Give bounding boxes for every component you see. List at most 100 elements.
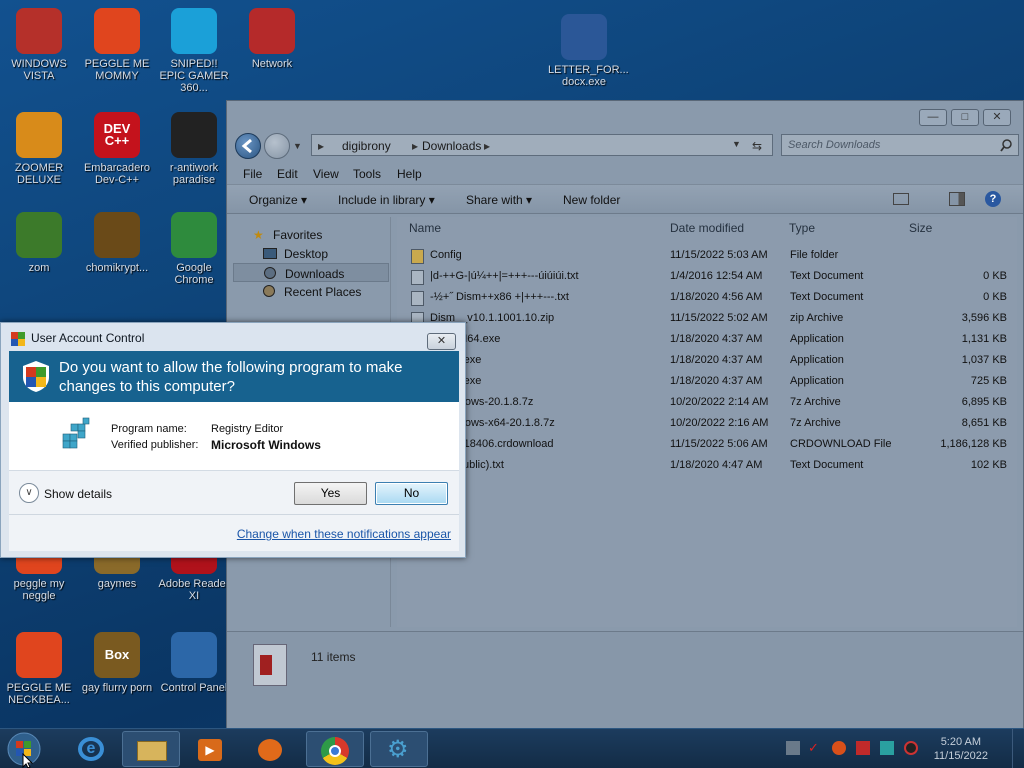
- nav-favorites[interactable]: ★ Favorites: [233, 225, 389, 244]
- tray-volume-icon[interactable]: [904, 741, 918, 755]
- tray-network-icon[interactable]: [880, 741, 894, 755]
- column-header-size[interactable]: Size: [909, 221, 932, 235]
- menu-view[interactable]: View: [313, 167, 339, 181]
- zombie-icon: [16, 212, 62, 258]
- tray-red-icon[interactable]: [856, 741, 870, 755]
- desktop-icon-item[interactable]: zom: [3, 212, 75, 274]
- refresh-icon[interactable]: ⇆: [752, 139, 762, 153]
- nav-desktop[interactable]: Desktop: [233, 244, 389, 263]
- desktop-icon-item[interactable]: chomikrypt...: [81, 212, 153, 274]
- chrome-icon: [171, 212, 217, 258]
- desktop-icon-item[interactable]: WINDOWS VISTA: [3, 8, 75, 82]
- tray-app-icon[interactable]: [786, 741, 800, 755]
- desktop-icon-item[interactable]: SNIPED!! EPIC GAMER 360...: [158, 8, 230, 94]
- registry-editor-taskbar-button[interactable]: ⚙: [370, 731, 428, 767]
- organize-button[interactable]: Organize ▾: [249, 193, 307, 207]
- sonic-icon: [16, 8, 62, 54]
- help-icon[interactable]: ?: [985, 191, 1001, 207]
- menu-file[interactable]: File: [243, 167, 262, 181]
- desktop-icon-label: Embarcadero Dev-C++: [83, 162, 151, 186]
- no-button[interactable]: No: [375, 482, 448, 505]
- view-options-icon[interactable]: [893, 193, 909, 205]
- nav-recent-places[interactable]: Recent Places: [233, 282, 389, 301]
- desktop-icon-item[interactable]: Box gay flurry porn: [81, 632, 153, 694]
- desktop-icon-item[interactable]: Google Chrome: [158, 212, 230, 286]
- file-row[interactable]: -½+˝ Dism++x86 +|+++---.txt 1/18/2020 4:5…: [397, 287, 1017, 308]
- file-row[interactable]: ++ARM64.exe1/18/2020 4:37 AMApplication1…: [397, 329, 1017, 350]
- preview-pane-icon[interactable]: [949, 192, 965, 206]
- desktop-icon-label: WINDOWS VISTA: [11, 58, 67, 82]
- chrome-taskbar-button[interactable]: [306, 731, 364, 767]
- taskbar: e ▶ ⚙ ✓ 5:20 AM 11/15/2022: [0, 728, 1024, 768]
- file-type: Application: [790, 333, 844, 345]
- file-type: zip Archive: [790, 312, 844, 324]
- back-button[interactable]: [235, 133, 261, 159]
- yes-button[interactable]: Yes: [294, 482, 367, 505]
- reddit-icon: [171, 112, 217, 158]
- nav-desktop-label: Desktop: [284, 247, 329, 261]
- address-dropdown-icon[interactable]: ▼: [732, 139, 741, 149]
- media-player-taskbar-button[interactable]: ▶: [182, 731, 240, 767]
- share-with-button[interactable]: Share with ▾: [466, 193, 532, 207]
- downloads-icon: [264, 267, 276, 279]
- include-in-library-button[interactable]: Include in library ▾: [338, 193, 435, 207]
- file-row[interactable]: ++x86.exe1/18/2020 4:37 AMApplication725…: [397, 371, 1017, 392]
- desktop-icon-item[interactable]: Control Panel: [158, 632, 230, 694]
- column-header-type[interactable]: Type: [789, 221, 815, 235]
- file-row[interactable]: orWindows-20.1.8.7z 10/20/2022 2:14 AM 7z …: [397, 392, 1017, 413]
- internet-explorer-taskbar-button[interactable]: e: [62, 731, 120, 767]
- desktop-icon-item[interactable]: PEGGLE ME NECKBEA...: [3, 632, 75, 706]
- desktop-icon-item[interactable]: DEV C++ Embarcadero Dev-C++: [81, 112, 153, 186]
- file-row[interactable]: firmed 18406.crdownload 11/15/2022 5:06 A…: [397, 434, 1017, 455]
- file-row[interactable]: |d-++G-|ú¼++|=+++---úiúiúi.txt 1/4/2016 1…: [397, 266, 1017, 287]
- navigation-bar: ▼ ▸ digibrony ▸ Downloads ▸ ▼ ⇆ Search D…: [235, 131, 1019, 159]
- control-panel-icon: [171, 632, 217, 678]
- desktop-icon-item[interactable]: ZOOMER DELUXE: [3, 112, 75, 186]
- file-row[interactable]: orWindows-x64-20.1.8.7z 10/20/2022 2:16 A…: [397, 413, 1017, 434]
- breadcrumb-digibrony[interactable]: digibrony: [342, 139, 391, 153]
- desktop-icon-item[interactable]: PEGGLE ME MOMMY: [81, 8, 153, 82]
- address-bar[interactable]: ▸ digibrony ▸ Downloads ▸ ▼ ⇆: [311, 134, 773, 156]
- uac-dialog: User Account Control ✕ Do you want to al…: [0, 322, 466, 558]
- tray-orange-icon[interactable]: [832, 741, 846, 755]
- recent-pages-dropdown-icon[interactable]: ▼: [293, 141, 302, 151]
- menu-help[interactable]: Help: [397, 167, 422, 181]
- uac-footer: Change when these notifications appear: [9, 514, 459, 551]
- clock[interactable]: 5:20 AM 11/15/2022: [934, 735, 988, 763]
- file-date-modified: 1/18/2020 4:37 AM: [670, 375, 763, 387]
- maximize-button[interactable]: □: [951, 109, 979, 126]
- minimize-button[interactable]: —: [919, 109, 947, 126]
- file-explorer-taskbar-button[interactable]: [122, 731, 180, 767]
- file-icon: [411, 270, 424, 285]
- file-row[interactable]: Config 11/15/2022 5:03 AM File folder: [397, 245, 1017, 266]
- search-icon: [1000, 139, 1012, 152]
- breadcrumb-downloads[interactable]: Downloads: [422, 139, 481, 153]
- tray-check-icon[interactable]: ✓: [808, 741, 822, 755]
- forward-button[interactable]: [264, 133, 290, 159]
- uac-close-button[interactable]: ✕: [427, 333, 456, 350]
- file-row[interactable]: ++x64.exe1/18/2020 4:37 AMApplication1,0…: [397, 350, 1017, 371]
- menu-tools[interactable]: Tools: [353, 167, 381, 181]
- column-header-name[interactable]: Name: [409, 221, 441, 235]
- nav-downloads[interactable]: Downloads: [233, 263, 389, 282]
- show-desktop-button[interactable]: [1012, 729, 1024, 768]
- desktop-icon-label: Control Panel: [160, 682, 228, 694]
- desktop-icon-item[interactable]: Network: [236, 8, 308, 70]
- file-row[interactable]: New(Public).txt 1/18/2020 4:47 AM Text Doc…: [397, 455, 1017, 476]
- orange-app-taskbar-button[interactable]: [242, 731, 300, 767]
- change-notification-settings-link[interactable]: Change when these notifications appear: [237, 527, 451, 541]
- column-header-date-modified[interactable]: Date modified: [670, 221, 744, 235]
- search-input[interactable]: Search Downloads: [781, 134, 1019, 156]
- close-button[interactable]: ✕: [983, 109, 1011, 126]
- desktop-icon-label: PEGGLE ME MOMMY: [84, 58, 150, 82]
- search-placeholder: Search Downloads: [788, 139, 881, 151]
- file-name: |d-++G-|ú¼++|=+++---úiúiúi.txt: [430, 270, 579, 282]
- desktop-icon-item[interactable]: r-antiwork paradise: [158, 112, 230, 186]
- gear-icon: ⚙: [387, 736, 409, 763]
- file-date-modified: 1/18/2020 4:56 AM: [670, 291, 763, 303]
- file-row[interactable]: Dism__v10.1.1001.10.zip 11/15/2022 5:02 A…: [397, 308, 1017, 329]
- menu-edit[interactable]: Edit: [277, 167, 298, 181]
- new-folder-button[interactable]: New folder: [563, 193, 620, 207]
- desktop-icon-item[interactable]: LETTER_FOR... docx.exe: [548, 14, 629, 88]
- file-type: CRDOWNLOAD File: [790, 438, 892, 450]
